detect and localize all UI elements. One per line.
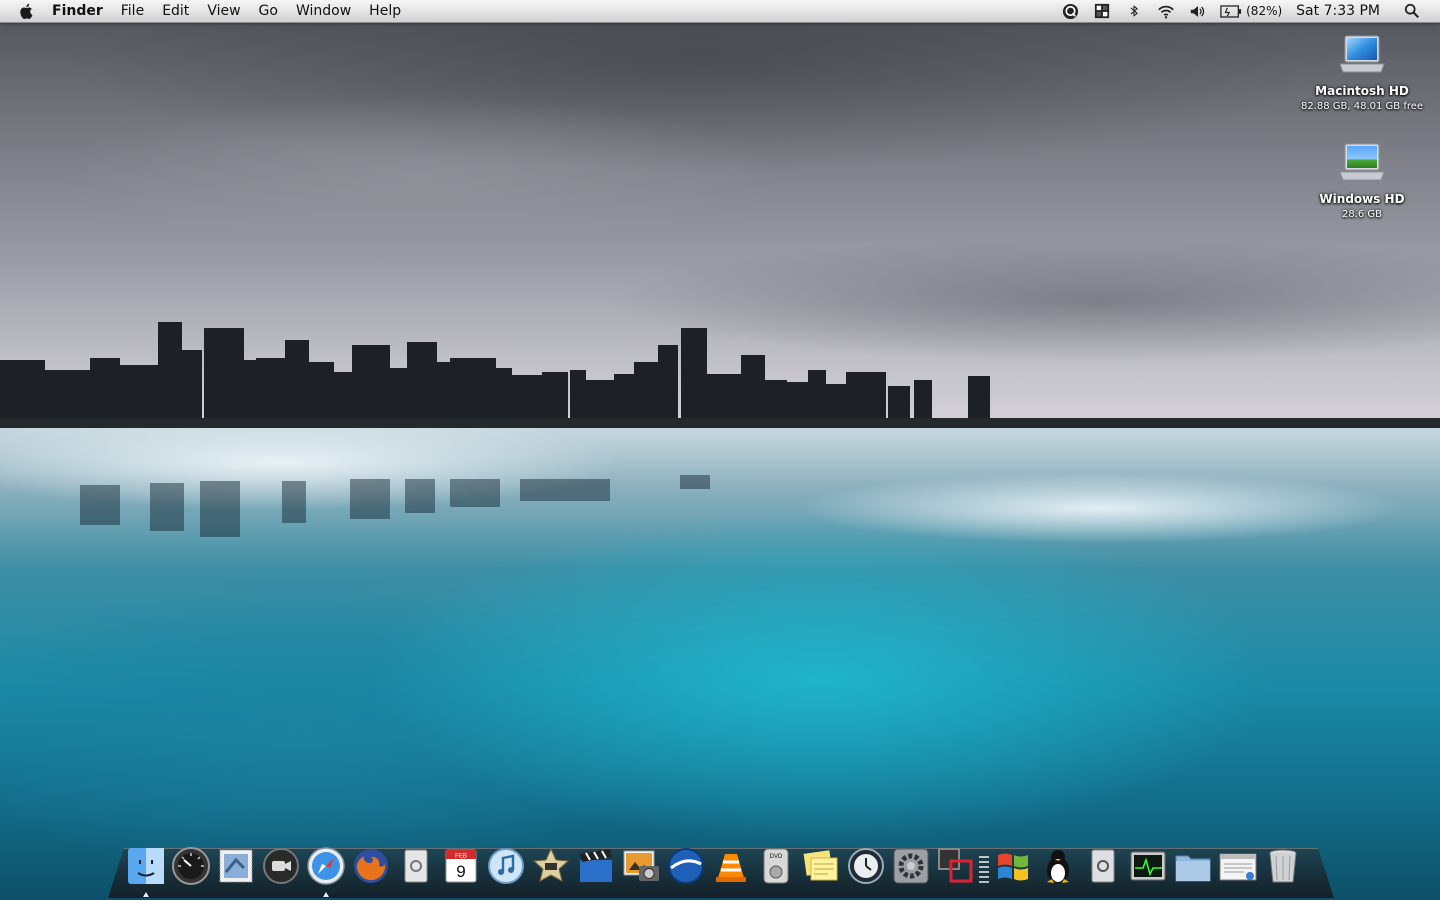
dock-itunes[interactable] [484, 844, 528, 888]
mail-stamp-icon [219, 849, 253, 883]
dock-linux[interactable] [1036, 844, 1080, 888]
wallpaper-reflection [80, 475, 710, 537]
address-book-icon [404, 849, 428, 883]
dock-boot-camp[interactable] [934, 844, 978, 888]
calendar-month: FEB [455, 854, 467, 860]
desktop-icon-windows-hd[interactable]: Windows HD 28.6 GB [1292, 140, 1432, 220]
menu-edit[interactable]: Edit [153, 0, 198, 22]
menu-bar-left: Finder File Edit View Go Window Help [0, 0, 410, 22]
firefox-icon [354, 849, 388, 883]
desktop-icon-label: Windows HD [1319, 192, 1405, 206]
time-machine-icon [848, 848, 884, 884]
menu-app-finder[interactable]: Finder [52, 0, 112, 22]
dock-activity-monitor[interactable] [1126, 844, 1170, 888]
vlc-cone-icon [716, 854, 746, 882]
wifi-icon[interactable] [1157, 2, 1175, 20]
menu-clock[interactable]: Sat 7:33 PM [1296, 3, 1380, 19]
menu-window[interactable]: Window [287, 0, 360, 22]
dock-iphoto[interactable] [619, 844, 663, 888]
dock-separator [979, 846, 989, 886]
dock-network-window[interactable] [1216, 844, 1260, 888]
finder-icon [128, 848, 164, 884]
dock-dvd-player[interactable]: DVD [754, 844, 798, 888]
dock-vlc[interactable] [709, 844, 753, 888]
iphoto-icon [623, 850, 659, 881]
calendar-icon: FEB 9 [445, 849, 477, 883]
apple-logo-icon[interactable] [18, 1, 38, 21]
menu-bar-status: (82%) Sat 7:33 PM [1054, 0, 1440, 22]
desktop-icon-info: 28.6 GB [1341, 209, 1383, 220]
dock-dashboard[interactable] [169, 844, 213, 888]
battery-icon [1220, 4, 1242, 18]
dvd-label: DVD [770, 854, 783, 860]
trash-icon [1269, 849, 1297, 883]
desktop-icon-label: Macintosh HD [1315, 84, 1409, 98]
dock-safari[interactable] [304, 844, 348, 897]
window-icon [1219, 853, 1257, 881]
dock-firefox[interactable] [349, 844, 393, 888]
dock-windows[interactable] [991, 844, 1035, 888]
dvd-player-icon: DVD [763, 848, 789, 884]
calendar-day: 9 [456, 862, 465, 881]
dock-google-earth[interactable] [664, 844, 708, 888]
itunes-icon [488, 848, 524, 884]
dock: FEB 9 DVD [124, 838, 1320, 897]
wallpaper-skyline [0, 322, 1440, 430]
dock-imovie[interactable] [529, 844, 573, 888]
spotlight-search-icon[interactable] [1403, 2, 1421, 20]
windows-hd-drive-icon [1339, 143, 1385, 181]
menu-view[interactable]: View [198, 0, 249, 22]
spaces-icon[interactable] [1093, 2, 1111, 20]
user-account-icon[interactable] [1061, 2, 1079, 20]
dock-trash[interactable] [1261, 844, 1305, 888]
safari-compass-icon [307, 847, 345, 885]
dock-address-book[interactable] [394, 844, 438, 888]
folder-icon [1175, 855, 1211, 882]
battery-percent: (82%) [1246, 4, 1283, 18]
video-camera-icon [263, 848, 299, 884]
dock-documents-folder[interactable] [1171, 844, 1215, 888]
desktop-icon-macintosh-hd[interactable]: Macintosh HD 82.88 GB, 48.01 GB free [1292, 32, 1432, 112]
linux-tux-icon [1047, 850, 1069, 883]
stickies-icon [803, 850, 838, 881]
macintosh-hd-drive-icon [1339, 35, 1385, 73]
menu-file[interactable]: File [112, 0, 153, 22]
dock-stickies[interactable] [799, 844, 843, 888]
dock-facetime[interactable] [259, 844, 303, 888]
dock-mail-folder[interactable] [1081, 844, 1125, 888]
dock-system-preferences[interactable] [889, 844, 933, 888]
menu-bar: Finder File Edit View Go Window Help (82… [0, 0, 1440, 23]
bluetooth-icon[interactable] [1125, 2, 1143, 20]
battery-status[interactable]: (82%) [1220, 4, 1296, 18]
menu-go[interactable]: Go [250, 0, 287, 22]
activity-monitor-icon [1130, 851, 1166, 881]
dock-finder[interactable] [124, 844, 168, 897]
google-earth-icon [668, 848, 704, 884]
volume-icon[interactable] [1189, 2, 1207, 20]
dock-ical[interactable]: FEB 9 [439, 844, 483, 888]
desktop-icon-info: 82.88 GB, 48.01 GB free [1300, 101, 1424, 112]
boot-camp-icon [938, 848, 973, 883]
desktop-wallpaper [0, 0, 1440, 900]
imovie-star-icon [532, 847, 570, 882]
dashboard-gauge-icon [172, 847, 210, 885]
clapperboard-icon [580, 849, 612, 882]
dock-mail[interactable] [214, 844, 258, 888]
windows-logo-icon [998, 853, 1028, 881]
menu-help[interactable]: Help [360, 0, 410, 22]
gear-icon [893, 848, 929, 884]
dock-time-machine[interactable] [844, 844, 888, 888]
dock-final-cut[interactable] [574, 844, 618, 888]
mail-folder-icon [1091, 849, 1115, 883]
